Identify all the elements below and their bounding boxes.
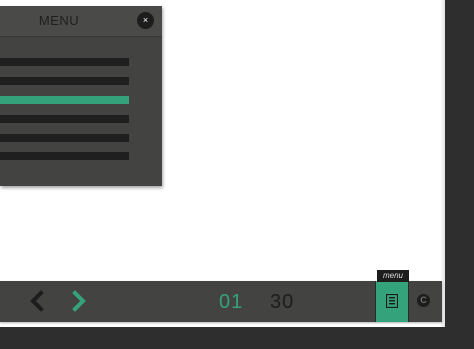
frame-border-bottom [0,327,474,349]
copyright-icon[interactable]: C [417,294,430,307]
current-page-number: 01 [219,291,244,313]
document-icon [386,294,398,308]
previous-page-button[interactable] [27,289,49,313]
chevron-left-icon [30,290,44,312]
bottom-toolbar: 01 30 [0,281,442,322]
menu-tooltip: menu [377,270,409,282]
close-button[interactable]: × [137,12,154,29]
menu-item[interactable] [0,77,129,85]
menu-item[interactable] [0,115,129,123]
frame-border-right [445,0,474,349]
menu-item-active[interactable] [0,96,129,104]
total-pages-number: 30 [270,291,295,313]
menu-item[interactable] [0,152,129,160]
chevron-right-icon [72,290,86,312]
menu-title: MENU [38,13,80,28]
menu-toggle-button[interactable] [375,281,409,322]
menu-item[interactable] [0,134,129,142]
next-page-button[interactable] [67,289,89,313]
menu-panel: MENU × [0,6,162,186]
menu-item[interactable] [0,58,129,66]
close-icon: × [142,15,149,25]
menu-header: MENU × [0,6,162,37]
